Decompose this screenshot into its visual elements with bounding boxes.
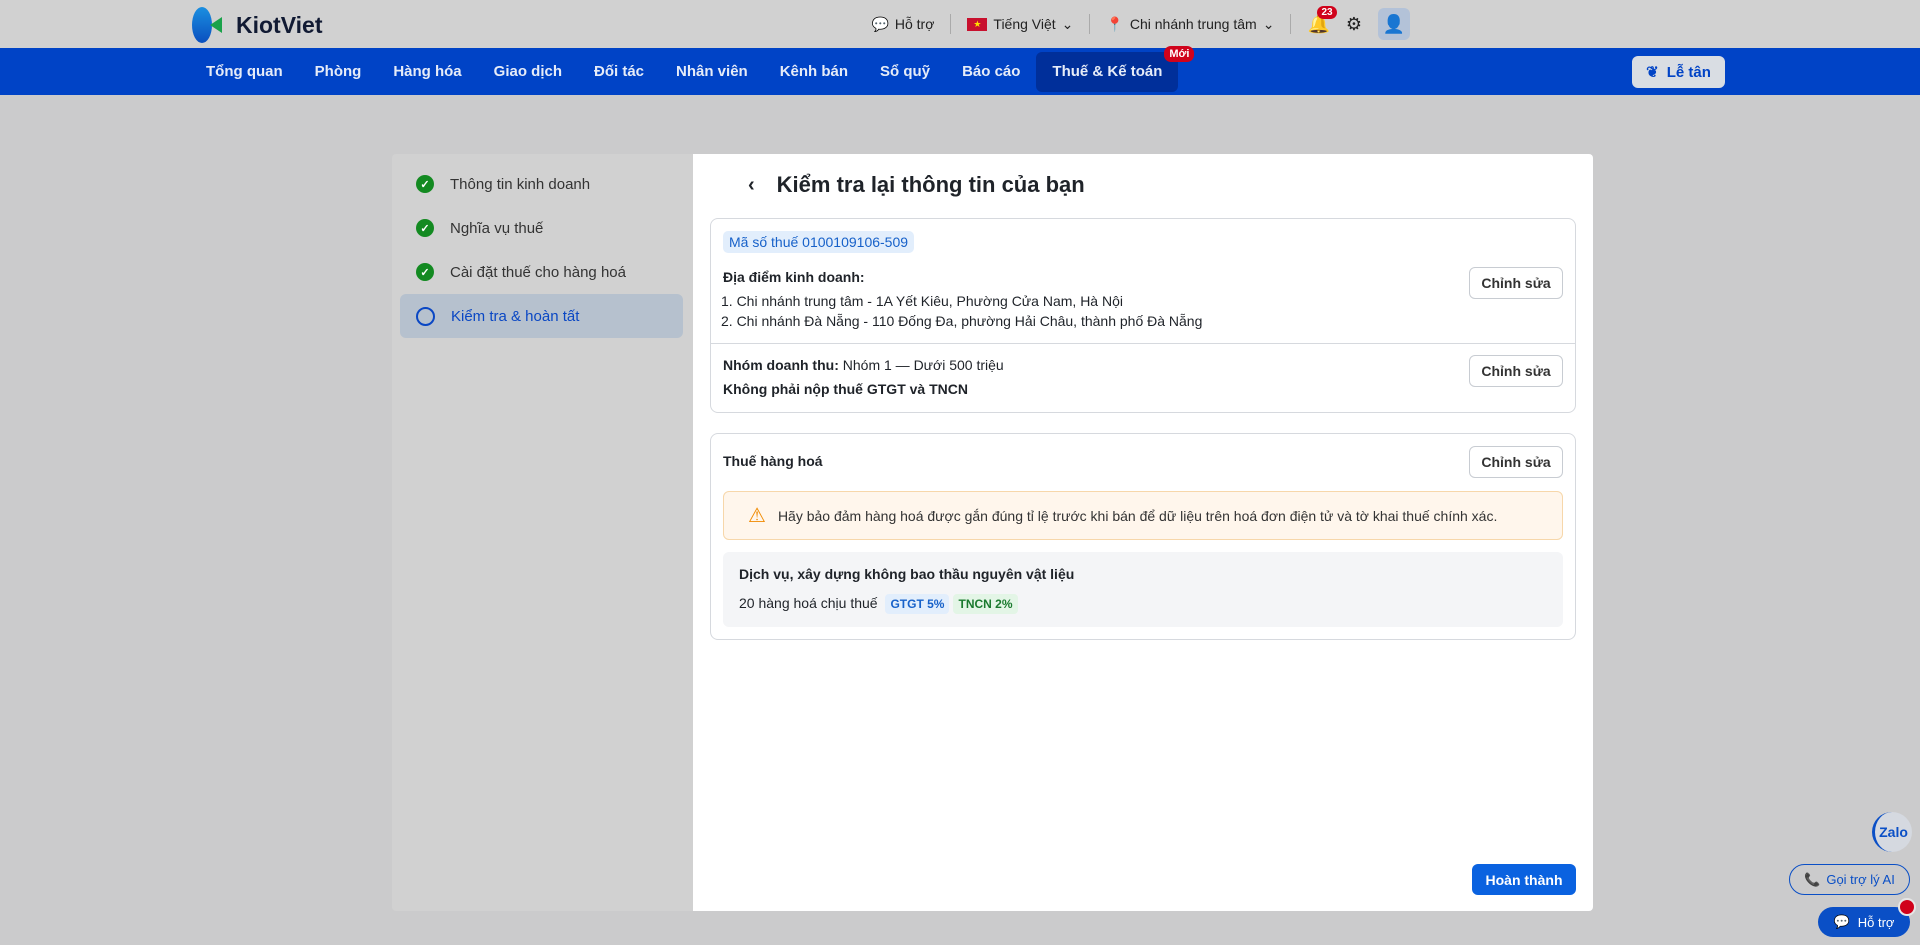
step-label: Thông tin kinh doanh: [450, 175, 591, 193]
support-chat-button[interactable]: 💬 Hỗ trợ: [1818, 907, 1910, 937]
support-label: Hỗ trợ: [894, 16, 935, 32]
revenue-value: Nhóm 1 — Dưới 500 triệu: [842, 357, 1004, 373]
goods-group: Dịch vụ, xây dựng không bao thầu nguyên …: [723, 552, 1563, 627]
pit-tag: TNCN 2%: [953, 594, 1018, 614]
location-item: 2. Chi nhánh Đà Nẵng - 110 Đống Đa, phườ…: [721, 313, 1203, 329]
nav-transactions[interactable]: Giao dịch: [478, 48, 578, 95]
nav-overview[interactable]: Tổng quan: [190, 48, 299, 95]
edit-goods-tax-button[interactable]: Chỉnh sửa: [1469, 446, 1563, 478]
notification-count: 23: [1317, 5, 1337, 19]
goods-tax-card: Thuế hàng hoá Chỉnh sửa ⚠ Hãy bảo đảm hàn…: [710, 433, 1576, 640]
new-badge: Mới: [1164, 45, 1195, 62]
steps-sidebar: ✓ Thông tin kinh doanh ✓ Nghĩa vụ thuế ✓ Cà…: [392, 154, 693, 911]
nav-tax-accounting[interactable]: Thuế & Kế toán Mới: [1036, 45, 1195, 92]
avatar[interactable]: 👤: [1378, 8, 1410, 40]
nav-partners[interactable]: Đối tác: [578, 48, 660, 95]
gear-icon: ⚙: [1345, 13, 1362, 34]
divider: [950, 14, 952, 34]
divider: [1290, 14, 1292, 34]
branch-label: Chi nhánh trung tâm: [1129, 16, 1257, 32]
zalo-button[interactable]: Zalo: [1872, 812, 1912, 852]
vat-tag: GTGT 5%: [885, 594, 950, 614]
nav-staff[interactable]: Nhân viên: [660, 48, 764, 95]
branch-select[interactable]: 📍 Chi nhánh trung tâm ⌄: [1106, 16, 1274, 33]
nav-cashbook[interactable]: Sổ quỹ: [864, 48, 946, 95]
group-title: Dịch vụ, xây dựng không bao thầu nguyên …: [739, 566, 1075, 582]
settings-button[interactable]: ⚙: [1346, 14, 1362, 35]
review-panel: ‹ Kiểm tra lại thông tin của bạn Mã số t…: [693, 154, 1593, 911]
chat-alert-icon: 💬: [871, 15, 889, 32]
nav-sales-channels[interactable]: Kênh bán: [764, 48, 864, 95]
language-label: Tiếng Việt: [993, 16, 1056, 32]
logo-mark-icon: [192, 7, 230, 43]
user-icon: 👤: [1382, 13, 1406, 34]
tax-code-badge: Mã số thuế 0100109106-509: [723, 231, 915, 253]
notifications-button[interactable]: 🔔 23: [1307, 5, 1337, 35]
phone-sparkle-icon: 📞: [1804, 871, 1821, 887]
edit-revenue-button[interactable]: Chỉnh sửa: [1469, 355, 1563, 387]
nav-rooms[interactable]: Phòng: [299, 48, 378, 95]
location-pin-icon: 📍: [1106, 15, 1124, 32]
page-title: Kiểm tra lại thông tin của bạn: [776, 172, 1085, 197]
vietnam-flag-icon: ★: [967, 17, 988, 31]
chat-bubble-icon: 💬: [1833, 914, 1850, 929]
reception-button[interactable]: ❦ Lễ tân: [1632, 56, 1725, 88]
group-count: 20 hàng hoá chịu thuế: [739, 595, 878, 611]
revenue-label: Nhóm doanh thu:: [723, 357, 839, 373]
edit-locations-button[interactable]: Chỉnh sửa: [1469, 267, 1563, 299]
unread-dot: [1898, 898, 1916, 916]
nav-reports[interactable]: Báo cáo: [946, 48, 1036, 95]
empty-circle-icon: [416, 306, 435, 326]
support-chat-label: Hỗ trợ: [1857, 914, 1895, 930]
ai-label: Gọi trợ lý AI: [1826, 872, 1895, 887]
warning-text: Hãy bảo đảm hàng hoá được gắn đúng tỉ lệ…: [777, 507, 1498, 524]
language-select[interactable]: ★ Tiếng Việt ⌄: [967, 16, 1073, 33]
support-link[interactable]: 💬 Hỗ trợ: [871, 16, 934, 33]
zalo-label: Zalo: [1879, 824, 1908, 840]
brand-name: KiotViet: [236, 11, 323, 38]
check-circle-icon: ✓: [416, 219, 434, 237]
ai-assistant-button[interactable]: 📞 Gọi trợ lý AI: [1789, 864, 1910, 895]
divider: [1089, 14, 1091, 34]
step-tax-obligation[interactable]: ✓ Nghĩa vụ thuế: [400, 206, 683, 250]
step-label: Cài đặt thuế cho hàng hoá: [450, 263, 626, 281]
check-circle-icon: ✓: [416, 175, 434, 193]
finish-button[interactable]: Hoàn thành: [1472, 864, 1576, 895]
warning-triangle-icon: ⚠: [748, 505, 766, 527]
logo[interactable]: KiotViet: [192, 7, 322, 43]
business-info-card: Mã số thuế 0100109106-509 Địa điểm kinh …: [710, 218, 1576, 413]
reception-label: Lễ tân: [1666, 63, 1711, 81]
nav-goods[interactable]: Hàng hóa: [377, 48, 477, 95]
nav-tax-label: Thuế & Kế toán: [1052, 63, 1163, 80]
warning-banner: ⚠ Hãy bảo đảm hàng hoá được gắn đúng tỉ l…: [723, 491, 1563, 540]
chevron-down-icon: ⌄: [1061, 15, 1074, 32]
top-bar: KiotViet 💬 Hỗ trợ ★ Tiếng Việt ⌄ 📍 Chi nhánh…: [0, 0, 1920, 48]
goods-tax-title: Thuế hàng hoá: [723, 453, 823, 469]
step-goods-tax-settings[interactable]: ✓ Cài đặt thuế cho hàng hoá: [400, 250, 683, 294]
location-item: 1. Chi nhánh trung tâm - 1A Yết Kiêu, Ph…: [721, 293, 1123, 309]
tax-note: Không phải nộp thuế GTGT và TNCN: [723, 381, 968, 397]
divider: [711, 343, 1575, 344]
step-label: Kiểm tra & hoàn tất: [451, 307, 580, 325]
locations-label: Địa điểm kinh doanh:: [723, 269, 865, 285]
step-business-info[interactable]: ✓ Thông tin kinh doanh: [400, 162, 683, 206]
chevron-down-icon: ⌄: [1262, 15, 1275, 32]
lotus-icon: ❦: [1646, 64, 1659, 81]
back-chevron-icon[interactable]: ‹: [748, 174, 755, 197]
step-label: Nghĩa vụ thuế: [450, 219, 544, 237]
step-review-finish[interactable]: Kiểm tra & hoàn tất: [400, 294, 683, 338]
check-circle-icon: ✓: [416, 263, 434, 281]
